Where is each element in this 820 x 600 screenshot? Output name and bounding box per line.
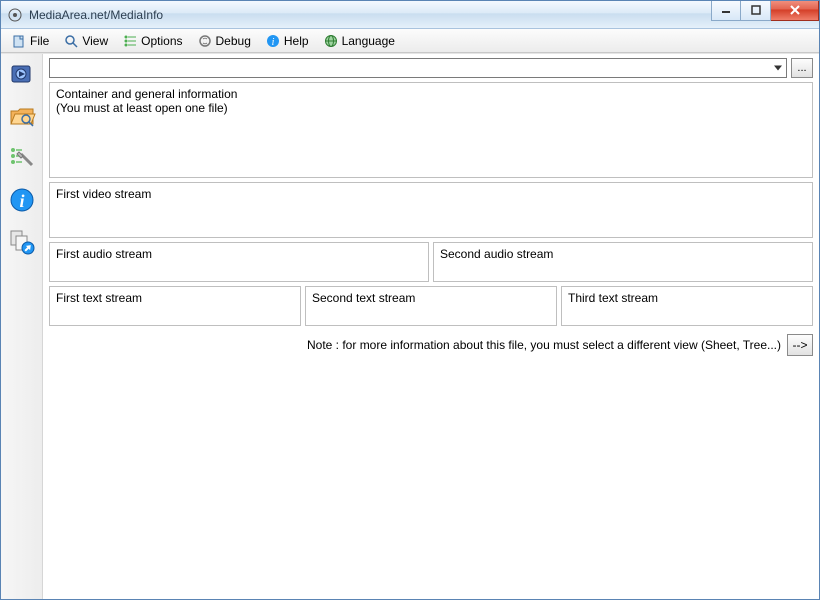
menu-language-label: Language: [342, 34, 395, 48]
menu-debug[interactable]: Debug: [191, 31, 257, 51]
body: i ...: [1, 53, 819, 599]
text1-label: First text stream: [56, 291, 294, 305]
file-combobox[interactable]: [49, 58, 787, 78]
menu-view-label: View: [82, 34, 108, 48]
menu-help-label: Help: [284, 34, 309, 48]
menu-help[interactable]: i Help: [259, 31, 315, 51]
menu-file[interactable]: File: [5, 31, 55, 51]
text3-group: Third text stream: [561, 286, 813, 326]
language-icon: [323, 33, 339, 49]
side-toolbar: i: [1, 54, 43, 599]
menu-language[interactable]: Language: [317, 31, 401, 51]
container-group-label: Container and general information: [56, 87, 806, 101]
debug-icon: [197, 33, 213, 49]
svg-text:i: i: [19, 191, 24, 211]
text1-group: First text stream: [49, 286, 301, 326]
audio2-group: Second audio stream: [433, 242, 813, 282]
browse-button-label: ...: [797, 62, 806, 74]
titlebar: MediaArea.net/MediaInfo: [1, 1, 819, 29]
note-row: Note : for more information about this f…: [49, 330, 813, 360]
video1-group: First video stream: [49, 182, 813, 238]
about-button[interactable]: i: [6, 184, 38, 216]
browse-button[interactable]: ...: [791, 58, 813, 78]
audio1-label: First audio stream: [56, 247, 422, 261]
menubar: File View Options Debug: [1, 29, 819, 53]
menu-options[interactable]: Options: [116, 31, 188, 51]
minimize-button[interactable]: [711, 1, 741, 21]
audio-row: First audio stream Second audio stream: [49, 242, 813, 282]
preferences-button[interactable]: [6, 142, 38, 174]
video1-label: First video stream: [56, 187, 806, 201]
maximize-button[interactable]: [741, 1, 771, 21]
audio2-label: Second audio stream: [440, 247, 806, 261]
file-icon: [11, 33, 27, 49]
app-window: MediaArea.net/MediaInfo File: [0, 0, 820, 600]
open-file-button[interactable]: [6, 58, 38, 90]
close-button[interactable]: [771, 1, 819, 21]
view-icon: [63, 33, 79, 49]
text-row: First text stream Second text stream Thi…: [49, 286, 813, 326]
audio1-group: First audio stream: [49, 242, 429, 282]
text2-group: Second text stream: [305, 286, 557, 326]
container-group: Container and general information (You m…: [49, 82, 813, 178]
help-icon: i: [265, 33, 281, 49]
file-selector-row: ...: [49, 58, 813, 78]
note-text: Note : for more information about this f…: [307, 338, 781, 352]
arrow-right-icon: -->: [793, 338, 808, 352]
main-panel: ... Container and general information (Y…: [43, 54, 819, 599]
menu-file-label: File: [30, 34, 49, 48]
menu-options-label: Options: [141, 34, 182, 48]
open-folder-button[interactable]: [6, 100, 38, 132]
export-button[interactable]: [6, 226, 38, 258]
switch-view-button[interactable]: -->: [787, 334, 813, 356]
text2-label: Second text stream: [312, 291, 550, 305]
svg-text:i: i: [271, 37, 274, 48]
menu-debug-label: Debug: [216, 34, 251, 48]
menu-view[interactable]: View: [57, 31, 114, 51]
window-title: MediaArea.net/MediaInfo: [29, 8, 711, 22]
window-controls: [711, 1, 819, 21]
options-icon: [122, 33, 138, 49]
app-icon: [7, 7, 23, 23]
text3-label: Third text stream: [568, 291, 806, 305]
container-group-hint: (You must at least open one file): [56, 101, 806, 115]
